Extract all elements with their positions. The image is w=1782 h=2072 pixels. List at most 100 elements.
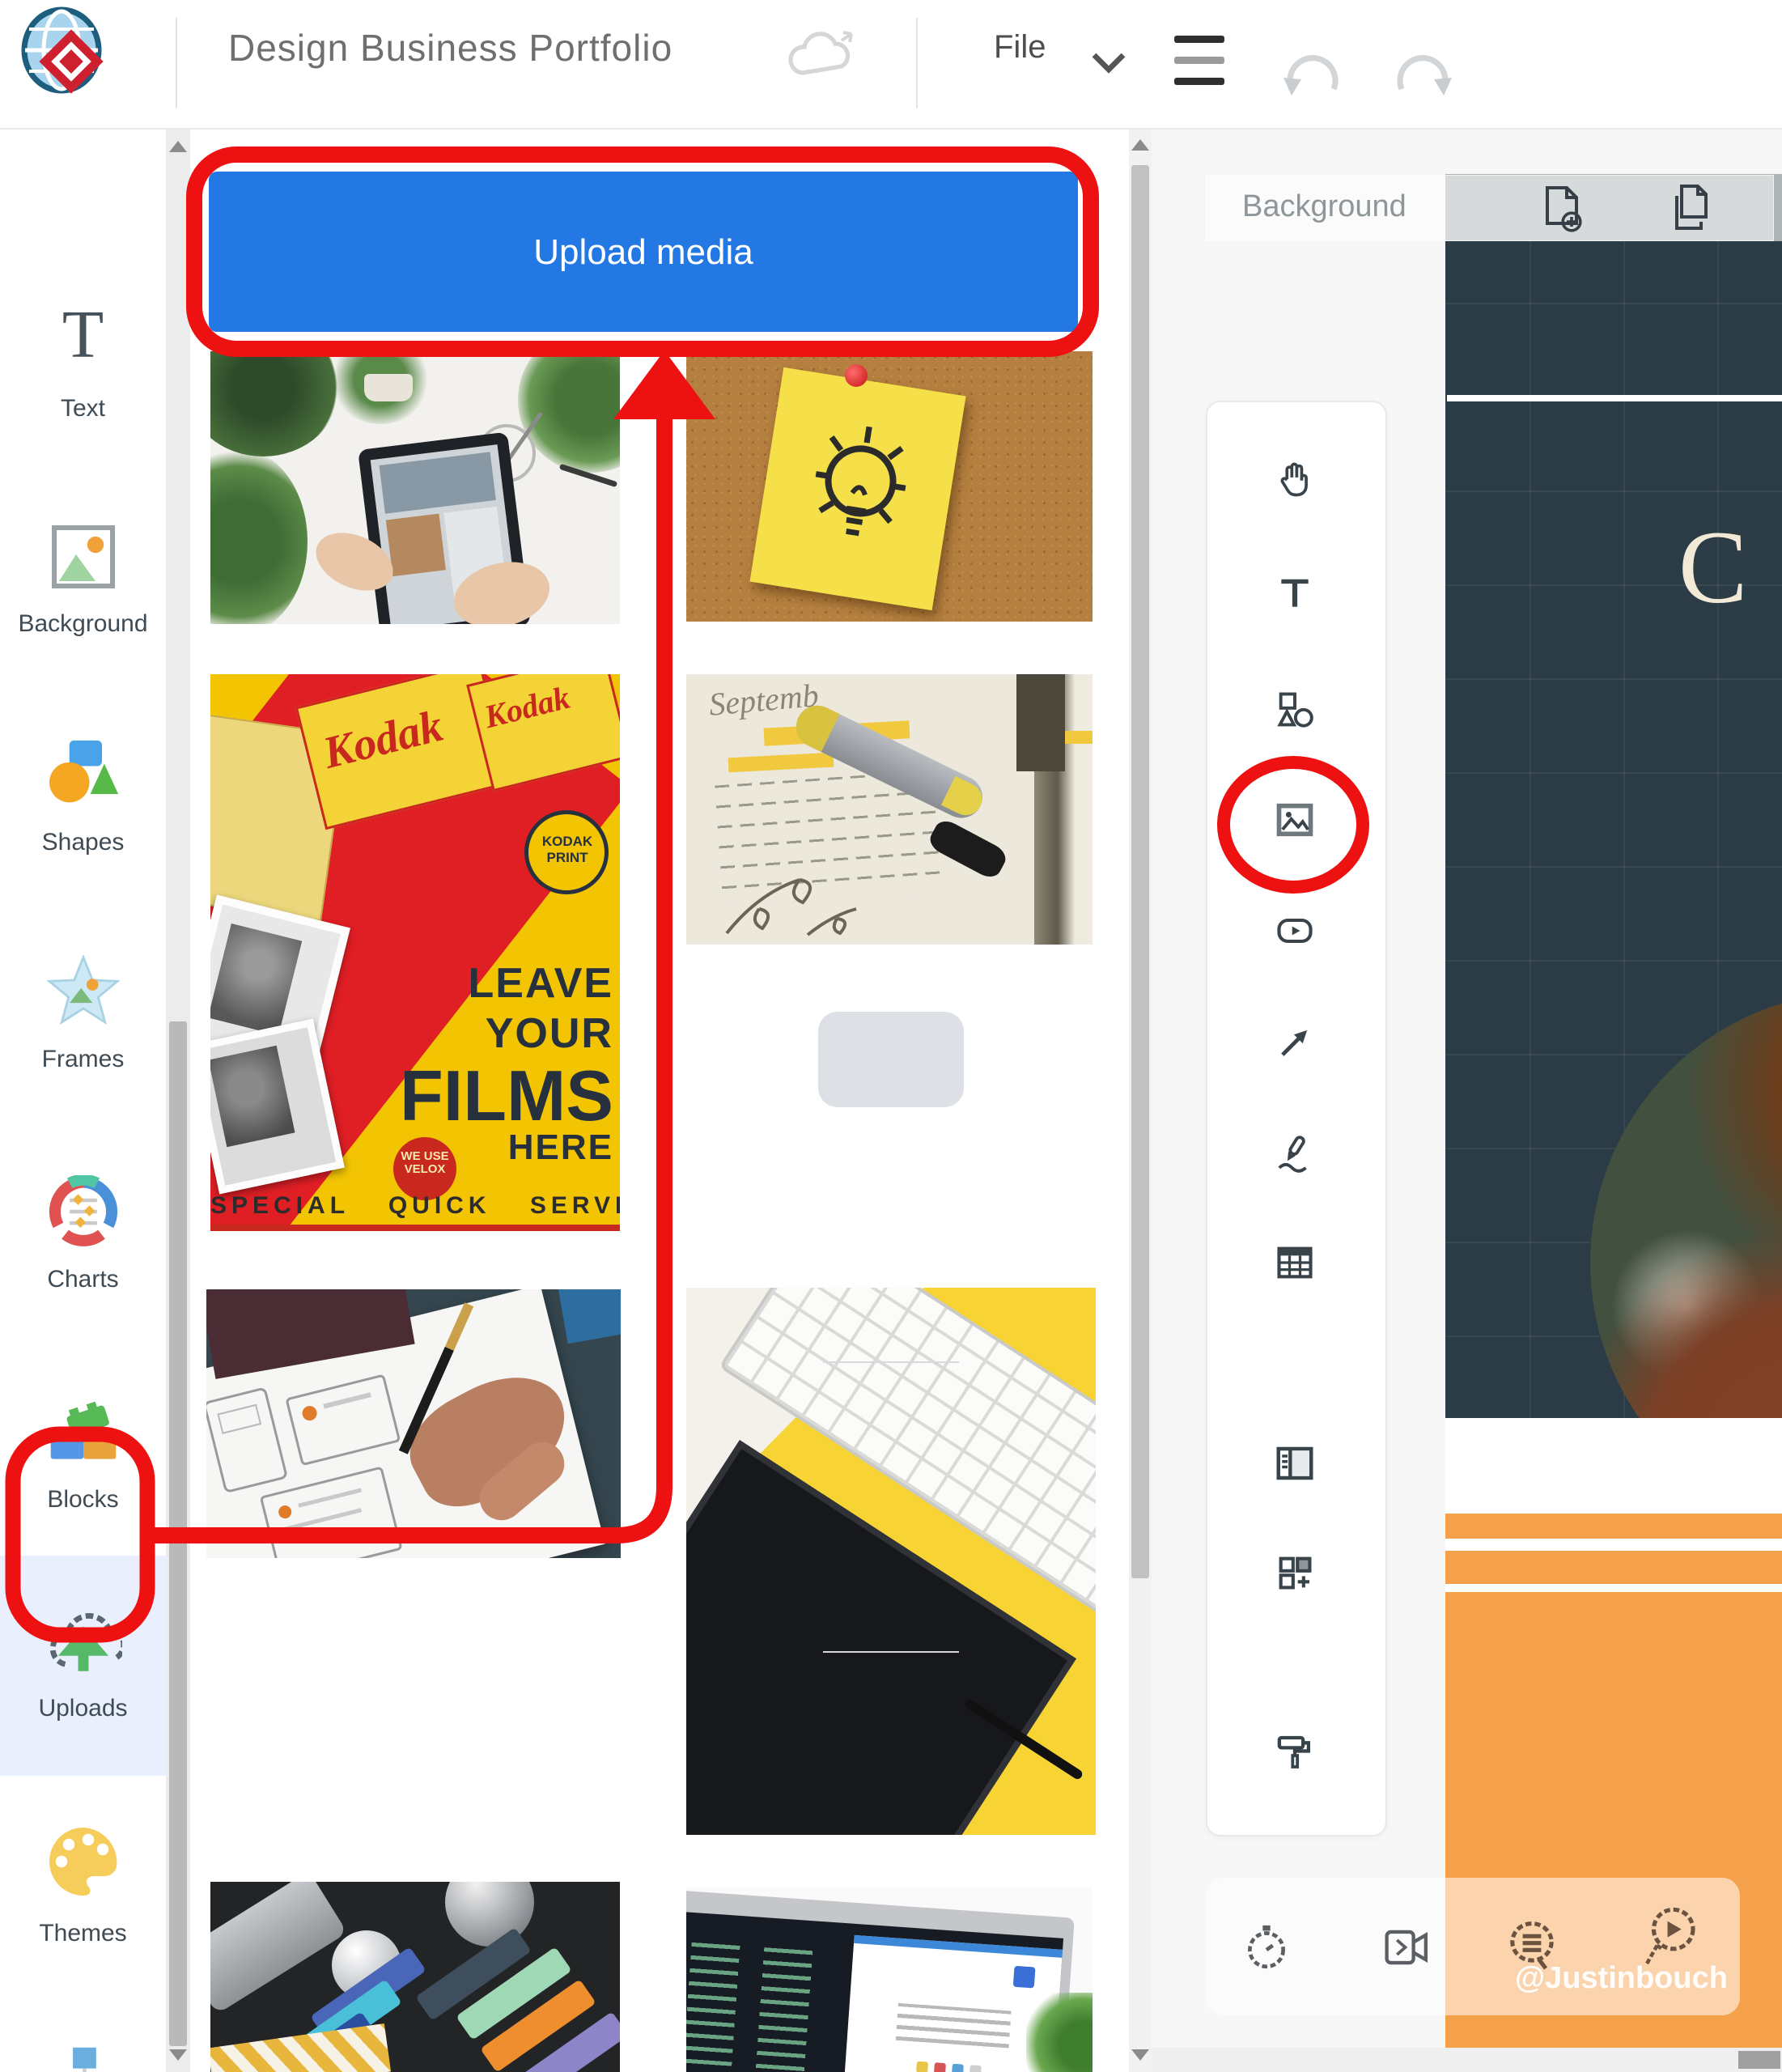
timer-icon[interactable] [1240,1920,1293,1973]
text-icon[interactable]: T [62,301,104,369]
hamburger-menu-icon[interactable] [1174,36,1224,85]
screen-record-icon[interactable] [1381,1925,1434,1970]
redo-icon[interactable] [1385,34,1460,97]
scroll-up-arrow[interactable] [1131,139,1149,151]
design-canvas[interactable]: C [1445,241,1782,2048]
video-tool-icon[interactable] [1274,910,1316,952]
canvas-hscrollbar-thumb[interactable] [1738,2051,1780,2069]
document-title[interactable]: Design Business Portfolio [228,26,672,70]
kodak-print-badge: KODAK PRINT [524,810,609,894]
blocks-icon[interactable] [46,1397,121,1470]
deco [206,1386,288,1493]
deco [210,923,302,1035]
sidebar-item-shapes[interactable]: Shapes [0,829,166,856]
undo-icon[interactable] [1275,34,1350,97]
sidebar-nav: T Text Background Shapes Frames [0,130,166,2072]
deco [558,1289,621,1344]
cloud-sync-icon [783,24,864,89]
deco [1013,1966,1036,1989]
sidebar-scrollbar-thumb[interactable] [169,1021,187,2046]
media-thumbnail-calendar[interactable]: Septemb [686,674,1093,945]
deco [210,448,308,624]
media-thumbnail-swatches[interactable] [210,1882,620,2072]
media-thumbnail-cork-note[interactable] [686,351,1093,622]
image-tool-icon[interactable] [1274,799,1316,841]
sidebar-item-frames[interactable]: Frames [0,1046,166,1073]
canvas-heading-text[interactable]: C [1678,508,1747,627]
push-pin [845,364,868,387]
arrow-tool-icon[interactable] [1274,1021,1316,1064]
tools-divider [823,1361,959,1363]
shapes-tool-icon[interactable] [1274,689,1316,731]
deco [285,1374,401,1466]
plant [1026,1993,1093,2072]
deco [210,351,340,456]
themes-palette-icon[interactable] [45,1823,122,1900]
background-icon[interactable] [49,523,117,591]
sidebar-item-uploads[interactable]: Uploads [0,1695,166,1722]
deco [934,2062,946,2072]
diagrams-icon[interactable] [46,2043,121,2072]
poster-line3: FILMS [379,1055,613,1137]
blocks-add-tool-icon[interactable] [1274,1552,1316,1594]
draw-signature-tool-icon[interactable] [1273,1132,1317,1176]
canvas-stripe [1445,1514,1782,1539]
top-bar: Design Business Portfolio File [0,0,1782,130]
media-thumbnail-wireframe[interactable] [206,1289,621,1558]
sidebar-scrollbar[interactable] [166,130,190,2072]
deco [916,2061,928,2072]
scroll-down-arrow[interactable] [169,2049,187,2061]
uploads-scrollbar[interactable] [1129,130,1152,2072]
upload-media-button[interactable]: Upload media [209,172,1078,332]
sidebar-item-charts[interactable]: Charts [0,1266,166,1293]
canvas-stripe [1445,1551,1782,1584]
file-menu[interactable]: File [994,29,1046,66]
scroll-down-arrow[interactable] [1131,2049,1149,2061]
media-thumbnail-plants-tablet[interactable] [210,351,620,624]
uploads-cloud-icon[interactable] [45,1604,122,1679]
sidebar-item-themes[interactable]: Themes [0,1920,166,1947]
velox-badge: WE USE VELOX [393,1137,456,1200]
frames-icon[interactable] [47,955,120,1028]
layout-sidebar-tool-icon[interactable] [1273,1441,1317,1485]
deco [969,2065,982,2072]
badge-text: WE USE VELOX [400,1150,450,1176]
sidebar-item-text[interactable]: Text [0,395,166,422]
deco [896,2003,1012,2049]
deco [952,2064,964,2072]
watermark-text: @Justinbouch [1515,1961,1782,1996]
lightbulb-sketch-icon [783,394,936,575]
media-thumbnail-kodak-poster[interactable]: Kodak Kodak KODAK PRINT LEAVE YOUR FILMS… [210,674,620,1231]
duplicate-page-icon[interactable] [1665,183,1717,235]
page-label[interactable]: Background [1242,189,1407,224]
deco [386,514,446,577]
text-tool-icon[interactable] [1275,573,1315,614]
canvas-divider-line [1447,395,1782,401]
charts-icon[interactable] [47,1175,120,1248]
divider [176,18,177,108]
tools-divider [823,1651,959,1653]
leaf-doodles [711,860,864,941]
chevron-down-icon[interactable] [1089,50,1128,78]
deco [728,753,834,773]
divider [916,18,918,108]
sidebar-item-background[interactable]: Background [0,610,166,638]
add-page-icon[interactable] [1534,183,1586,235]
app-logo-icon[interactable] [21,6,105,97]
table-tool-icon[interactable] [1274,1242,1316,1284]
poster-line1: LEAVE [411,959,613,1008]
sidebar-item-blocks[interactable]: Blocks [0,1486,166,1514]
paint-roller-tool-icon[interactable] [1273,1730,1317,1774]
pan-hand-tool-icon[interactable] [1274,458,1316,500]
uploads-scrollbar-thumb[interactable] [1131,165,1149,1578]
shapes-icon[interactable] [46,738,121,813]
canvas-white-band [1445,1418,1782,1514]
deco [210,1225,620,1231]
deco [1065,731,1093,744]
media-thumbnail-laptop[interactable] [686,1887,1093,2072]
scroll-up-arrow[interactable] [169,141,187,152]
media-thumbnail-yellow-desk[interactable] [686,1288,1096,1835]
canvas-hscrollbar[interactable] [1152,2048,1782,2072]
poster-line4: HERE [452,1127,613,1168]
deco [380,452,496,513]
